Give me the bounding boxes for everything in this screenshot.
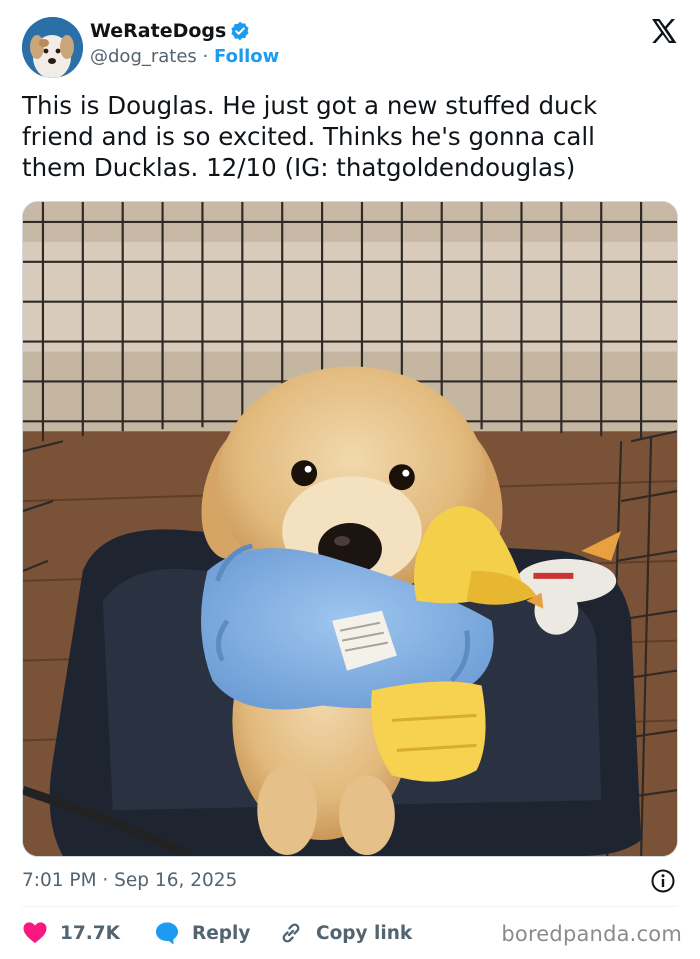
like-button[interactable]: 17.7K xyxy=(22,916,120,950)
tweet-meta: 7:01 PM · Sep 16, 2025 xyxy=(22,868,678,896)
display-name[interactable]: WeRateDogs xyxy=(90,20,226,42)
tweet-header: WeRateDogs @dog_rates · Follow xyxy=(22,16,682,78)
like-count: 17.7K xyxy=(60,922,120,944)
timestamp[interactable]: 7:01 PM · Sep 16, 2025 xyxy=(22,870,237,891)
heart-icon xyxy=(23,922,47,943)
divider xyxy=(22,906,678,907)
watermark: boredpanda.com xyxy=(501,922,682,946)
reply-label: Reply xyxy=(192,922,251,944)
separator: · xyxy=(202,46,209,67)
avatar[interactable] xyxy=(22,17,83,78)
link-icon xyxy=(282,923,300,943)
tweet-actions: 17.7K Reply Copy link boredpanda.com xyxy=(22,916,682,952)
tweet-photo[interactable] xyxy=(22,201,678,857)
follow-button[interactable]: Follow xyxy=(214,46,279,67)
reply-bubble-icon xyxy=(156,922,178,945)
x-logo-icon[interactable] xyxy=(650,18,678,44)
verified-badge-icon xyxy=(230,21,250,41)
copy-link-label: Copy link xyxy=(316,922,413,944)
info-icon[interactable] xyxy=(650,868,676,894)
copy-link-button[interactable]: Copy link xyxy=(278,916,412,950)
handle[interactable]: @dog_rates xyxy=(90,46,197,67)
reply-button[interactable]: Reply xyxy=(154,916,250,950)
tweet-text: This is Douglas. He just got a new stuff… xyxy=(22,91,598,182)
